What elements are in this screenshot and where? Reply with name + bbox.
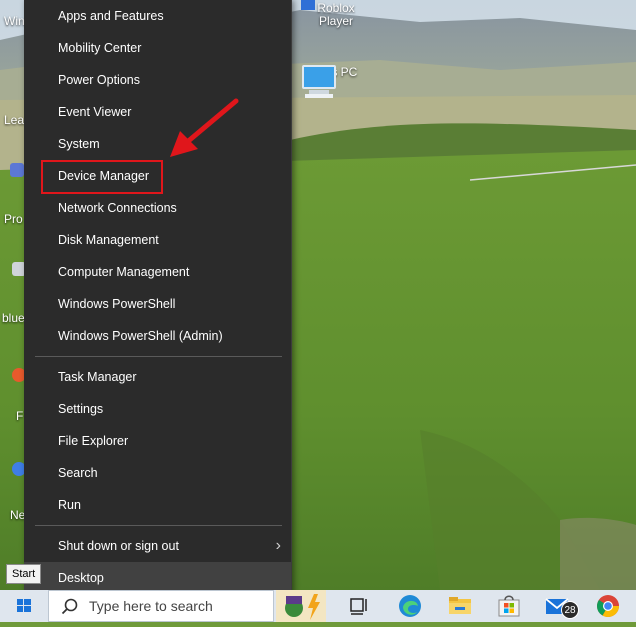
annotation-highlight-box [41, 160, 163, 194]
menu-item-apps-and-features[interactable]: Apps and Features [24, 0, 291, 32]
taskbar: Type here to search 28 [0, 590, 636, 622]
search-highlight-icon[interactable] [276, 590, 326, 622]
search-icon [61, 598, 78, 615]
mail-unread-badge: 28 [561, 601, 579, 619]
start-tooltip: Start [6, 564, 42, 584]
app-shortcut-icon[interactable] [10, 163, 24, 177]
task-view-icon[interactable] [346, 593, 372, 619]
desktop-icon-roblox[interactable]: Roblox Player [301, 0, 371, 28]
menu-item-disk-management[interactable]: Disk Management [24, 224, 291, 256]
menu-item-event-viewer[interactable]: Event Viewer [24, 96, 291, 128]
menu-item-file-explorer[interactable]: File Explorer [24, 425, 291, 457]
menu-item-power-options[interactable]: Power Options [24, 64, 291, 96]
desktop-icon-label[interactable]: F [16, 409, 23, 423]
menu-item-task-manager[interactable]: Task Manager [24, 361, 291, 393]
microsoft-store-icon[interactable] [496, 593, 522, 619]
menu-item-windows-powershell-admin[interactable]: Windows PowerShell (Admin) [24, 320, 291, 352]
menu-item-settings[interactable]: Settings [24, 393, 291, 425]
menu-item-computer-management[interactable]: Computer Management [24, 256, 291, 288]
menu-separator [35, 525, 282, 526]
menu-item-label: Shut down or sign out [58, 539, 179, 553]
search-placeholder: Type here to search [89, 598, 213, 614]
menu-item-mobility-center[interactable]: Mobility Center [24, 32, 291, 64]
menu-item-search[interactable]: Search [24, 457, 291, 489]
file-explorer-icon[interactable] [447, 593, 473, 619]
chevron-right-icon: › [275, 537, 281, 554]
menu-item-windows-powershell[interactable]: Windows PowerShell [24, 288, 291, 320]
menu-item-shut-down-or-sign-out[interactable]: Shut down or sign out › [24, 530, 291, 562]
start-button[interactable] [0, 590, 48, 622]
menu-item-network-connections[interactable]: Network Connections [24, 192, 291, 224]
windows-logo-icon [17, 599, 31, 612]
desktop-icon-label: Roblox Player [317, 1, 355, 28]
power-user-menu: Apps and Features Mobility Center Power … [24, 0, 292, 598]
menu-separator [35, 356, 282, 357]
menu-item-system[interactable]: System [24, 128, 291, 160]
edge-browser-icon[interactable] [397, 593, 423, 619]
desktop-icon-this-pc[interactable]: This PC [301, 64, 371, 98]
taskbar-search-box[interactable]: Type here to search [48, 590, 274, 622]
desktop-icon-label[interactable]: Pro [4, 212, 23, 226]
annotation-arrow-icon [170, 98, 239, 157]
chrome-browser-icon[interactable] [595, 593, 621, 619]
menu-item-run[interactable]: Run [24, 489, 291, 521]
desktop-icon-label[interactable]: blue [2, 311, 25, 325]
